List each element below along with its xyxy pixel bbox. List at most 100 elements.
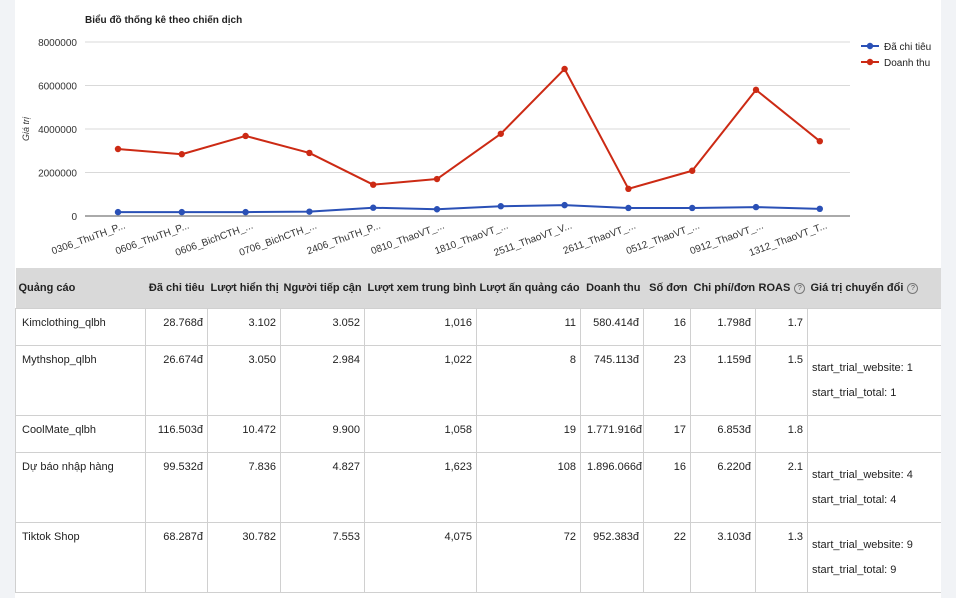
col-header-orders[interactable]: Số đơn xyxy=(643,268,691,309)
cell-conversion-value: start_trial_website: 9 start_trial_total:… xyxy=(807,522,941,593)
conversion-item: start_trial_total: 4 xyxy=(812,494,897,506)
question-circle-icon[interactable]: ? xyxy=(907,282,919,294)
y-tick-label: 2000000 xyxy=(38,169,77,180)
y-tick-label: 0 xyxy=(71,212,77,223)
cell-orders: 16 xyxy=(643,452,691,523)
cell-avg-views: 1,022 xyxy=(364,345,477,416)
cell-conversion-value: start_trial_website: 1 start_trial_total:… xyxy=(807,345,941,416)
y-tick-label: 4000000 xyxy=(38,125,77,136)
cell-cost-per-order: 1.159đ xyxy=(690,345,756,416)
conversion-item: start_trial_website: 4 xyxy=(812,469,913,481)
legend-marker xyxy=(866,58,874,66)
col-header-revenue[interactable]: Doanh thu xyxy=(580,268,644,309)
cell-spent: 99.532đ xyxy=(145,452,208,523)
cell-revenue: 745.113đ xyxy=(580,345,644,416)
conversion-item: start_trial_website: 9 xyxy=(812,539,913,551)
cell-roas: 1.8 xyxy=(755,415,808,453)
cell-clicks: 11 xyxy=(476,308,581,346)
data-point xyxy=(370,181,377,188)
cell-cost-per-order: 6.220đ xyxy=(690,452,756,523)
conversion-item: start_trial_total: 9 xyxy=(812,564,897,576)
cell-clicks: 8 xyxy=(476,345,581,416)
campaign-line-chart: Biểu đồ thống kê theo chiến dịch Giá trị 0… xyxy=(21,14,931,259)
legend-label: Đã chi tiêu xyxy=(884,42,931,53)
cell-orders: 22 xyxy=(643,522,691,593)
cell-roas: 1.5 xyxy=(755,345,808,416)
cell-impressions: 7.836 xyxy=(207,452,281,523)
cell-spent: 28.768đ xyxy=(145,308,208,346)
y-axis-label: Giá trị xyxy=(21,116,31,141)
series-line xyxy=(118,204,820,214)
cell-ad-name: Tiktok Shop xyxy=(15,522,146,593)
col-header-conversion-value[interactable]: Giá trị chuyển đổi? xyxy=(807,268,941,309)
cell-conversion-value xyxy=(807,308,941,346)
cell-orders: 23 xyxy=(643,345,691,416)
data-point xyxy=(114,208,122,216)
cell-reach: 7.553 xyxy=(280,522,365,593)
campaign-chart-panel: Biểu đồ thống kê theo chiến dịch Giá trị 0… xyxy=(15,0,941,268)
legend-marker xyxy=(866,42,874,50)
data-point xyxy=(370,204,377,211)
table-row[interactable]: Kimclothing_qlbh 28.768đ 3.102 3.052 1,016 11… xyxy=(15,308,941,346)
data-point xyxy=(689,204,696,212)
cell-revenue: 580.414đ xyxy=(580,308,644,346)
cell-ad-name: Dự báo nhập hàng xyxy=(15,452,146,523)
col-header-cost-per-order[interactable]: Chi phí/đơn xyxy=(690,268,756,309)
cell-clicks: 72 xyxy=(476,522,581,593)
y-tick-label: 6000000 xyxy=(38,82,77,93)
data-point xyxy=(497,203,504,210)
cell-avg-views: 4,075 xyxy=(364,522,477,593)
cell-reach: 3.052 xyxy=(280,308,365,346)
data-point xyxy=(178,151,185,158)
conversion-item: start_trial_website: 1 xyxy=(812,362,913,374)
cell-reach: 4.827 xyxy=(280,452,365,523)
cell-revenue: 1.896.066đ xyxy=(580,452,644,523)
data-point xyxy=(625,204,632,212)
question-circle-icon[interactable]: ? xyxy=(794,282,806,294)
data-point xyxy=(816,205,823,213)
data-point xyxy=(752,203,760,211)
cell-orders: 17 xyxy=(643,415,691,453)
campaign-table-container[interactable]: Quảng cáo Đã chi tiêu Lượt hiển thị Ngườ… xyxy=(15,268,941,598)
cell-impressions: 10.472 xyxy=(207,415,281,453)
table-row[interactable]: Mythshop_qlbh 26.674đ 3.050 2.984 1,022 8 745.… xyxy=(15,345,941,416)
cell-ad-name: CoolMate_qlbh xyxy=(15,415,146,453)
col-header-clicks[interactable]: Lượt ấn quảng cáo xyxy=(476,268,581,309)
data-point xyxy=(689,167,696,174)
col-header-spent[interactable]: Đã chi tiêu xyxy=(145,268,208,309)
cell-impressions: 3.102 xyxy=(207,308,281,346)
table-row[interactable]: Tiktok Shop 68.287đ 30.782 7.553 4,075 72 952.… xyxy=(15,522,941,593)
cell-spent: 116.503đ xyxy=(145,415,208,453)
cell-cost-per-order: 6.853đ xyxy=(690,415,756,453)
cell-reach: 2.984 xyxy=(280,345,365,416)
cell-conversion-value: start_trial_website: 4 start_trial_total:… xyxy=(807,452,941,523)
cell-roas: 2.1 xyxy=(755,452,808,523)
data-point xyxy=(497,130,504,137)
data-point xyxy=(178,208,185,216)
cell-revenue: 1.771.916đ xyxy=(580,415,644,453)
cell-ad-name: Mythshop_qlbh xyxy=(15,345,146,416)
cell-impressions: 3.050 xyxy=(207,345,281,416)
y-tick-label: 8000000 xyxy=(38,38,77,49)
cell-avg-views: 1,016 xyxy=(364,308,477,346)
col-header-roas[interactable]: ROAS? xyxy=(755,268,808,309)
data-point xyxy=(306,208,313,215)
table-row[interactable]: Dự báo nhập hàng 99.532đ 7.836 4.827 1,623 10… xyxy=(15,452,941,523)
data-point xyxy=(561,65,568,73)
col-header-ad[interactable]: Quảng cáo xyxy=(15,268,146,309)
data-point xyxy=(242,208,249,216)
data-point xyxy=(114,145,122,153)
data-point xyxy=(561,201,568,209)
col-header-reach[interactable]: Người tiếp cận xyxy=(280,268,365,309)
table-row[interactable]: CoolMate_qlbh 116.503đ 10.472 9.900 1,058 19 1… xyxy=(15,415,941,453)
cell-avg-views: 1,058 xyxy=(364,415,477,453)
col-header-impressions[interactable]: Lượt hiển thị xyxy=(207,268,281,309)
data-point xyxy=(433,206,441,213)
conversion-item: start_trial_total: 1 xyxy=(812,387,897,399)
cell-cost-per-order: 3.103đ xyxy=(690,522,756,593)
cell-reach: 9.900 xyxy=(280,415,365,453)
col-header-avg-views[interactable]: Lượt xem trung bình xyxy=(364,268,477,309)
cell-impressions: 30.782 xyxy=(207,522,281,593)
cell-clicks: 19 xyxy=(476,415,581,453)
legend-label: Doanh thu xyxy=(884,58,930,69)
